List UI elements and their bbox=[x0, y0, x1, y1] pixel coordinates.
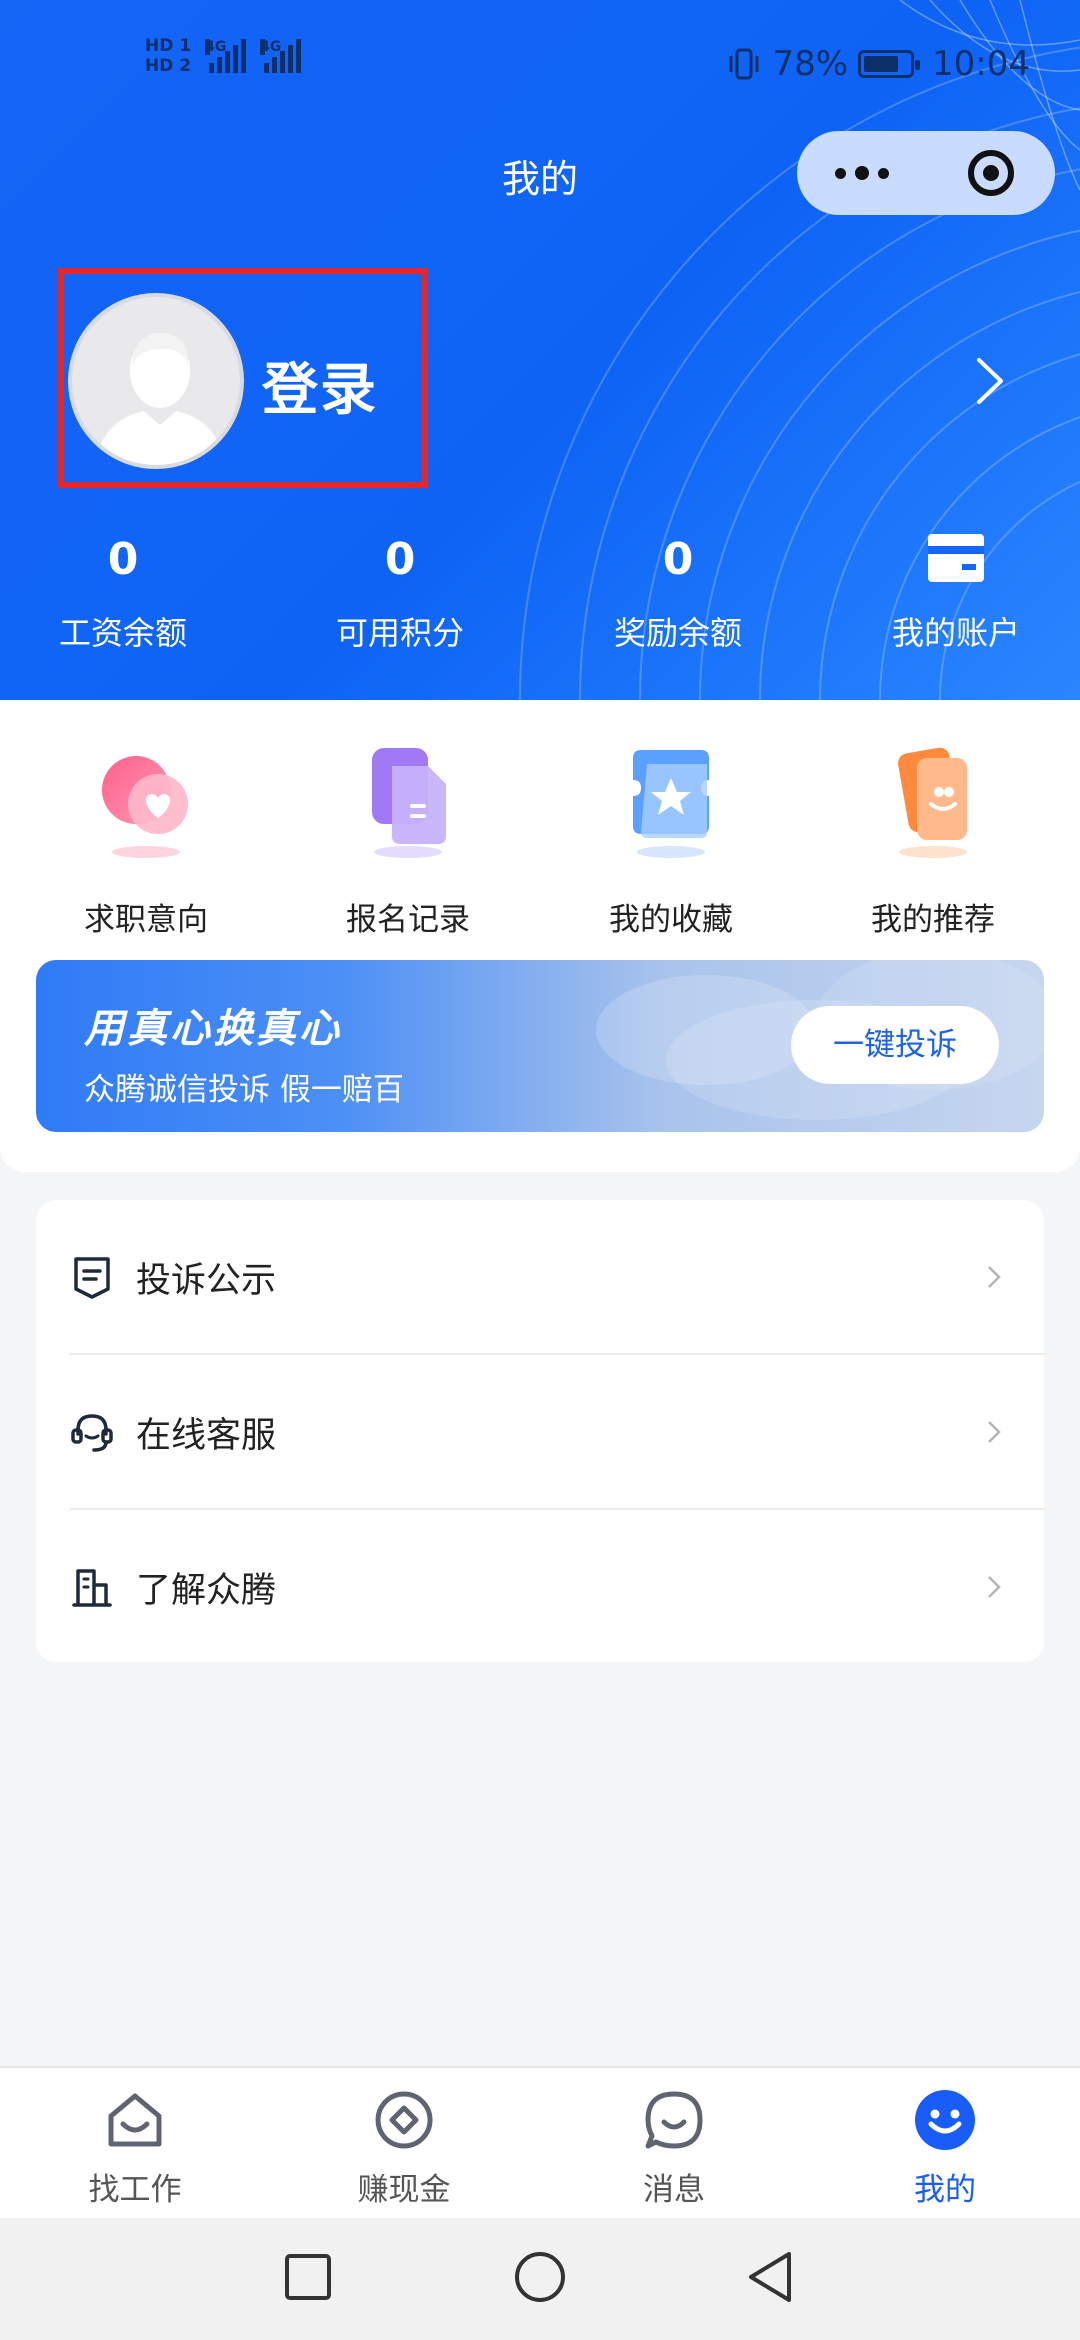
tab-messages[interactable]: 消息 bbox=[574, 2088, 774, 2209]
home-icon bbox=[108, 2093, 162, 2147]
smiley-icon bbox=[915, 2090, 975, 2150]
one-click-complaint-button[interactable]: 一键投诉 bbox=[791, 1006, 999, 1084]
battery-icon bbox=[858, 50, 921, 78]
tab-label: 找工作 bbox=[88, 2172, 182, 2208]
recommend-card-icon bbox=[898, 747, 967, 858]
tab-mine[interactable]: 我的 bbox=[845, 2088, 1045, 2209]
menu-list: 投诉公示 在线客服 了解众腾 bbox=[36, 1200, 1045, 1664]
stat-label: 可用积分 bbox=[335, 614, 464, 652]
network-type-2: 4G bbox=[260, 39, 282, 55]
chevron-right-icon bbox=[988, 1266, 1001, 1288]
bottom-tab-bar: 找工作 赚现金 消息 我的 bbox=[0, 2066, 1080, 2218]
more-dots-icon[interactable] bbox=[797, 131, 926, 215]
recent-apps-button[interactable] bbox=[273, 2242, 343, 2312]
target-icon[interactable] bbox=[926, 131, 1055, 215]
chat-icon bbox=[645, 2091, 703, 2149]
star-ticket-icon bbox=[633, 750, 709, 858]
banner-title: 用真心换真心 bbox=[84, 1006, 342, 1052]
tab-label: 赚现金 bbox=[357, 2172, 451, 2208]
coin-icon bbox=[375, 2091, 433, 2149]
home-button[interactable] bbox=[505, 2242, 575, 2312]
menu-item-online-service[interactable]: 在线客服 bbox=[36, 1355, 1044, 1509]
system-navigation-bar bbox=[0, 2218, 1080, 2340]
headset-icon bbox=[71, 1414, 113, 1452]
clock: 10:04 bbox=[932, 44, 1030, 84]
menu-item-about[interactable]: 了解众腾 bbox=[36, 1510, 1044, 1664]
login-link[interactable]: 登录 bbox=[262, 345, 378, 426]
vibrate-icon bbox=[729, 48, 759, 80]
signal-icon-sim2: 4G bbox=[260, 39, 302, 73]
network-type-1: 4G bbox=[205, 39, 227, 55]
quick-action-label: 我的推荐 bbox=[871, 902, 995, 938]
tab-label: 我的 bbox=[914, 2172, 976, 2208]
tab-earn-cash[interactable]: 赚现金 bbox=[304, 2088, 504, 2209]
shield-icon bbox=[74, 1257, 110, 1299]
stat-my-account[interactable]: 我的账户 bbox=[856, 530, 1056, 654]
quick-action-label: 我的收藏 bbox=[609, 902, 733, 938]
back-button[interactable] bbox=[735, 2242, 805, 2312]
menu-item-label: 了解众腾 bbox=[136, 1571, 277, 1611]
default-avatar-icon bbox=[94, 332, 226, 465]
quick-action-signup-records[interactable]: 报名记录 bbox=[308, 740, 508, 939]
stat-reward-balance[interactable]: 0 奖励余额 bbox=[578, 530, 778, 654]
menu-item-label: 投诉公示 bbox=[136, 1261, 277, 1301]
quick-action-recommend[interactable]: 我的推荐 bbox=[833, 740, 1033, 939]
profile-header: HD 1 HD 2 4G 4G 78% 10:04 我的 登录 0 工资余额 0… bbox=[0, 0, 1080, 700]
mini-program-capsule bbox=[797, 131, 1055, 215]
heart-icon bbox=[102, 756, 188, 858]
chevron-right-icon bbox=[988, 1576, 1001, 1598]
stat-value: 0 bbox=[662, 534, 694, 585]
avatar[interactable] bbox=[68, 293, 244, 469]
stat-label: 奖励余额 bbox=[613, 614, 742, 652]
quick-actions-section: 求职意向 报名记录 我的收藏 我的推荐 用真心换真心 众腾诚信投诉 假一赔百 一… bbox=[0, 700, 1080, 1172]
battery-level bbox=[864, 56, 899, 72]
tab-find-job[interactable]: 找工作 bbox=[35, 2088, 235, 2209]
chevron-right-icon[interactable] bbox=[975, 356, 1005, 406]
stats-row: 0 工资余额 0 可用积分 0 奖励余额 我的账户 bbox=[0, 530, 1080, 660]
stat-value: 0 bbox=[107, 534, 139, 585]
square-icon bbox=[285, 2254, 331, 2300]
banner-subtitle: 众腾诚信投诉 假一赔百 bbox=[84, 1072, 404, 1108]
stat-label: 工资余额 bbox=[58, 614, 187, 652]
quick-action-favorites[interactable]: 我的收藏 bbox=[571, 740, 771, 939]
status-right: 78% 10:04 bbox=[726, 44, 1030, 84]
complaint-banner[interactable]: 用真心换真心 众腾诚信投诉 假一赔百 一键投诉 bbox=[36, 960, 1044, 1132]
hd-badge-2: HD 2 bbox=[145, 56, 192, 76]
stat-value: 0 bbox=[384, 534, 416, 585]
document-icon bbox=[372, 748, 446, 858]
battery-percent: 78% bbox=[772, 44, 849, 84]
back-triangle-icon bbox=[749, 2252, 791, 2302]
hd-badges: HD 1 HD 2 bbox=[145, 36, 191, 76]
menu-item-label: 在线客服 bbox=[136, 1416, 277, 1456]
signal-icon-sim1: 4G bbox=[205, 39, 247, 73]
chevron-right-icon bbox=[988, 1421, 1001, 1443]
quick-action-label: 求职意向 bbox=[84, 902, 208, 938]
quick-action-job-intent[interactable]: 求职意向 bbox=[46, 740, 246, 939]
quick-action-label: 报名记录 bbox=[346, 902, 470, 938]
menu-item-complaint-notice[interactable]: 投诉公示 bbox=[36, 1200, 1044, 1354]
hd-badge-1: HD 1 bbox=[145, 36, 192, 56]
account-icon-wrap bbox=[856, 530, 1056, 590]
stat-salary-balance[interactable]: 0 工资余额 bbox=[23, 530, 223, 654]
status-bar: HD 1 HD 2 4G 4G 78% 10:04 bbox=[0, 0, 1080, 130]
building-icon bbox=[72, 1569, 112, 1607]
circle-icon bbox=[515, 2252, 565, 2302]
stat-points[interactable]: 0 可用积分 bbox=[300, 530, 500, 654]
stat-label: 我的账户 bbox=[891, 614, 1020, 652]
status-left: HD 1 HD 2 4G 4G bbox=[145, 36, 302, 76]
wallet-card-icon bbox=[928, 534, 984, 582]
tab-label: 消息 bbox=[643, 2172, 705, 2208]
